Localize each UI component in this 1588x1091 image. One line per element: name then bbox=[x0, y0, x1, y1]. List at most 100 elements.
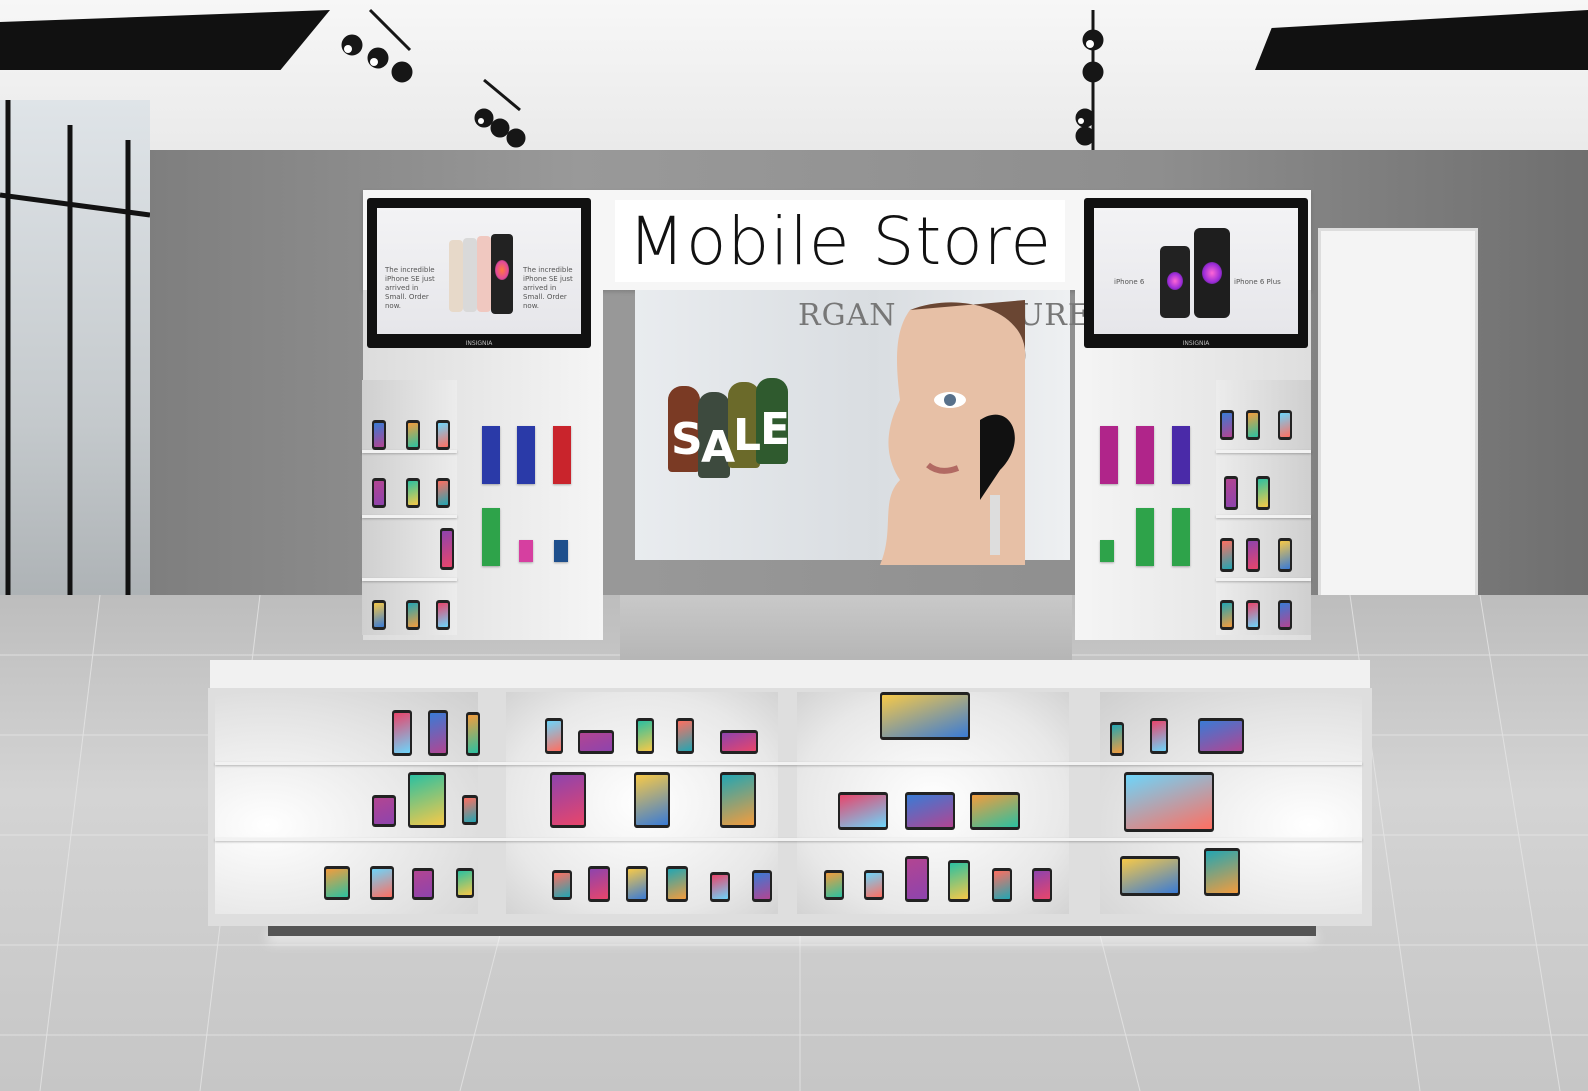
device bbox=[412, 868, 434, 900]
device bbox=[466, 712, 480, 756]
left-tv-caption-left: The incredible iPhone SE just arrived in… bbox=[385, 266, 435, 310]
accessory-pack bbox=[554, 540, 568, 562]
device bbox=[864, 870, 884, 900]
sale-letter-l: L bbox=[733, 410, 762, 461]
display-shelf-upper bbox=[215, 762, 1362, 765]
accessory-pack bbox=[482, 426, 500, 484]
device bbox=[1256, 476, 1270, 510]
device bbox=[436, 600, 450, 630]
device bbox=[838, 792, 888, 830]
device bbox=[1278, 600, 1292, 630]
device bbox=[1246, 410, 1260, 440]
sale-letter-a: A bbox=[701, 422, 736, 473]
device bbox=[626, 866, 648, 902]
left-tv: The incredible iPhone SE just arrived in… bbox=[367, 198, 591, 348]
device bbox=[440, 528, 454, 570]
counter-top bbox=[210, 660, 1370, 690]
device bbox=[824, 870, 844, 900]
right-tv-brand: INSIGNIA bbox=[1182, 340, 1210, 347]
device bbox=[720, 730, 758, 754]
device bbox=[1220, 410, 1234, 440]
device bbox=[324, 866, 350, 900]
device bbox=[1246, 538, 1260, 572]
right-tv: iPhone 6 iPhone 6 Plus INSIGNIA bbox=[1084, 198, 1308, 348]
device bbox=[1204, 848, 1240, 896]
device bbox=[588, 866, 610, 902]
device bbox=[710, 872, 730, 902]
mobile-store-kiosk-render: RGAN URE S A L E Mobile Store The incred… bbox=[0, 0, 1588, 1091]
accessory-pack bbox=[519, 540, 533, 562]
device bbox=[905, 856, 929, 902]
device bbox=[462, 795, 478, 825]
iphone-se-image bbox=[449, 234, 519, 324]
accessory-pack bbox=[482, 508, 500, 566]
device bbox=[1220, 538, 1234, 572]
device bbox=[1224, 476, 1238, 510]
right-doorway bbox=[1318, 228, 1478, 598]
device bbox=[1124, 772, 1214, 832]
accessory-pack bbox=[1136, 426, 1154, 484]
right-tv-screen: iPhone 6 iPhone 6 Plus bbox=[1094, 208, 1298, 334]
accessory-pack bbox=[517, 426, 535, 484]
device bbox=[408, 772, 446, 828]
right-tv-label-left: iPhone 6 bbox=[1114, 278, 1145, 286]
device bbox=[545, 718, 563, 754]
left-tv-brand: INSIGNIA bbox=[465, 340, 493, 347]
device bbox=[1278, 410, 1292, 440]
device bbox=[1246, 600, 1260, 630]
accessory-pack bbox=[1172, 426, 1190, 484]
device bbox=[406, 478, 420, 508]
accessory-pack bbox=[1100, 540, 1114, 562]
window-frames bbox=[0, 100, 150, 630]
store-sign: Mobile Store bbox=[615, 200, 1065, 282]
device bbox=[372, 478, 386, 508]
device bbox=[370, 866, 394, 900]
counter-plinth bbox=[268, 926, 1316, 936]
device bbox=[948, 860, 970, 902]
device bbox=[436, 420, 450, 450]
iphone-6-image bbox=[1160, 228, 1240, 328]
device bbox=[550, 772, 586, 828]
device bbox=[676, 718, 694, 754]
device bbox=[372, 420, 386, 450]
device bbox=[1110, 722, 1124, 756]
device bbox=[880, 692, 970, 740]
model-face-image bbox=[880, 300, 1026, 565]
device bbox=[1150, 718, 1168, 754]
accessory-pack bbox=[1100, 426, 1118, 484]
store-sign-text: Mobile Store bbox=[628, 202, 1052, 280]
accessory-pack bbox=[553, 426, 571, 484]
device bbox=[552, 870, 572, 900]
device bbox=[456, 868, 474, 898]
left-tv-screen: The incredible iPhone SE just arrived in… bbox=[377, 208, 581, 334]
left-tv-caption-right: The incredible iPhone SE just arrived in… bbox=[523, 266, 573, 310]
right-tv-label-right: iPhone 6 Plus bbox=[1234, 278, 1281, 286]
device bbox=[392, 710, 412, 756]
back-counter bbox=[620, 595, 1072, 665]
display-shelf-lower bbox=[215, 838, 1362, 841]
sale-letter-s: S bbox=[671, 414, 703, 465]
device bbox=[406, 600, 420, 630]
device bbox=[636, 718, 654, 754]
device bbox=[578, 730, 614, 754]
track-lights bbox=[341, 8, 1104, 150]
device bbox=[970, 792, 1020, 830]
sale-tags: S A L E bbox=[668, 378, 791, 478]
device bbox=[666, 866, 688, 902]
sale-letter-e: E bbox=[760, 404, 791, 455]
accessory-pack bbox=[1136, 508, 1154, 566]
device bbox=[372, 795, 396, 827]
device bbox=[436, 478, 450, 508]
device bbox=[992, 868, 1012, 902]
device bbox=[905, 792, 955, 830]
device bbox=[406, 420, 420, 450]
device bbox=[1278, 538, 1292, 572]
accessory-pack bbox=[1172, 508, 1190, 566]
device bbox=[634, 772, 670, 828]
device bbox=[1032, 868, 1052, 902]
device bbox=[1220, 600, 1234, 630]
device bbox=[1120, 856, 1180, 896]
device bbox=[1198, 718, 1244, 754]
device bbox=[752, 870, 772, 902]
device bbox=[428, 710, 448, 756]
